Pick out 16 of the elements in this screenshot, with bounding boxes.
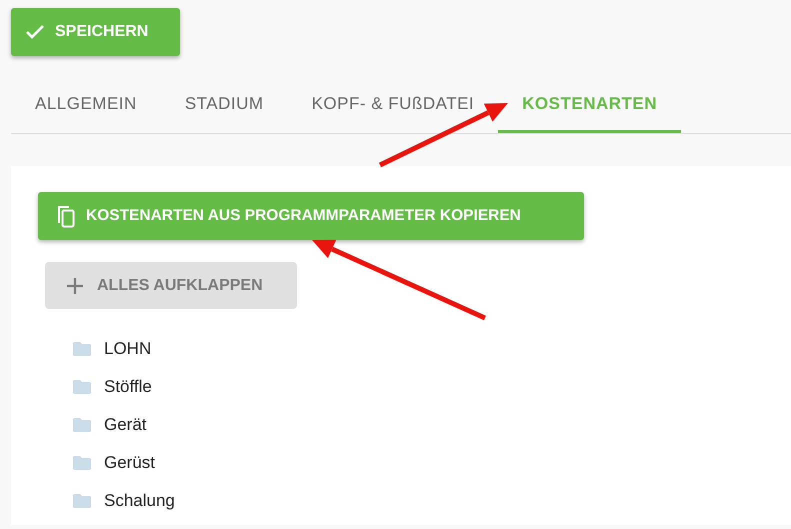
folder-icon [73,418,91,432]
tab[interactable]: KOPF- & FUßDATEI [288,78,498,133]
plus-icon [67,278,83,294]
tree-item-label[interactable]: Gerät [104,412,147,438]
tab[interactable]: STADIUM [160,78,288,133]
folder-icon [73,380,91,394]
tab[interactable]: ALLGEMEIN [11,78,161,133]
folder-icon [73,456,91,470]
folder-icon [73,494,91,508]
tree-item-label[interactable]: Schalung [104,488,175,514]
tree-item-label[interactable]: LOHN [104,336,152,362]
check-icon [25,24,45,40]
tree-item-label[interactable]: Gerüst [104,450,156,476]
folder-icon [73,342,91,356]
copy-icon [56,204,76,228]
tree-item-label[interactable]: Stöffle [104,374,152,400]
